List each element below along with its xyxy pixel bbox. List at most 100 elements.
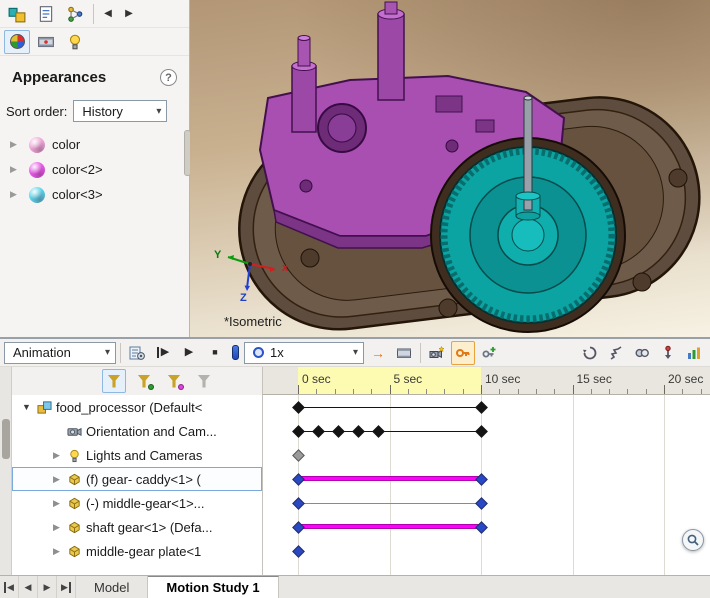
- appearances-pie-icon: [10, 34, 25, 49]
- keyframe-diamond[interactable]: [372, 425, 385, 438]
- motion-tree-item[interactable]: ▶ (-) middle-gear<1>...: [12, 491, 262, 515]
- filter-icon: [108, 375, 121, 388]
- timeline-tracks[interactable]: [262, 395, 710, 575]
- expand-icon[interactable]: ▶: [10, 189, 22, 200]
- keyframe-diamond[interactable]: [475, 473, 488, 486]
- keyframe-diamond[interactable]: [292, 449, 305, 462]
- motion-tree-item[interactable]: Orientation and Cam...: [12, 419, 262, 443]
- keyframe-diamond[interactable]: [292, 521, 305, 534]
- propertymanager-tab-icon[interactable]: [33, 2, 59, 26]
- view-decals-icon[interactable]: [33, 30, 59, 54]
- keyframe-diamond[interactable]: [475, 497, 488, 510]
- help-icon[interactable]: ?: [160, 69, 177, 86]
- scrollbar-thumb[interactable]: [2, 419, 10, 459]
- keyframe-diamond[interactable]: [352, 425, 365, 438]
- playback-mode-button[interactable]: →: [366, 341, 390, 365]
- save-animation-button[interactable]: [392, 341, 416, 365]
- collapse-icon[interactable]: ▼: [21, 402, 32, 412]
- play-from-start-button[interactable]: ▶: [151, 341, 175, 365]
- motion-tree-item[interactable]: ▶(f) gear- caddy<1> (: [12, 467, 262, 491]
- timeline-ruler[interactable]: 0 sec5 sec10 sec15 sec20 sec: [262, 367, 710, 395]
- timeline-zoom-button[interactable]: [682, 529, 704, 551]
- expand-icon[interactable]: ▶: [51, 450, 62, 461]
- panel-scroll-right-button[interactable]: ▶: [120, 3, 138, 25]
- keyframe-diamond[interactable]: [475, 521, 488, 534]
- keyframe-diamond[interactable]: [475, 425, 488, 438]
- view-scene-lights-icon[interactable]: [62, 30, 88, 54]
- autokey-button[interactable]: [451, 341, 475, 365]
- keyframe-diamond[interactable]: [292, 401, 305, 414]
- ruler-tick: [682, 389, 683, 394]
- expand-icon[interactable]: ▶: [10, 139, 22, 150]
- expand-icon[interactable]: ▶: [51, 522, 62, 533]
- motion-tree-item[interactable]: ▼food_processor (Default<: [12, 395, 262, 419]
- keyframe-diamond[interactable]: [332, 425, 345, 438]
- stop-icon: ■: [212, 348, 217, 357]
- orientation-triad: Y x Z: [214, 244, 304, 308]
- appearance-item[interactable]: ▶color<3>: [0, 182, 189, 207]
- keyframe-diamond[interactable]: [292, 545, 305, 558]
- gravity-button[interactable]: [656, 341, 680, 365]
- graphics-viewport[interactable]: Y x Z *Isometric: [190, 0, 710, 337]
- playback-speed-dropdown[interactable]: 1x ▾: [244, 342, 364, 364]
- timeline-change-bar[interactable]: [298, 476, 481, 481]
- screw-boss: [669, 169, 687, 187]
- animation-wizard-button[interactable]: [425, 341, 449, 365]
- expand-icon[interactable]: ▶: [51, 546, 62, 557]
- motor-button[interactable]: [578, 341, 602, 365]
- motion-tree-item-label: (-) middle-gear<1>...: [86, 496, 205, 511]
- timebar-pin-icon[interactable]: [232, 345, 239, 360]
- motion-tree-item[interactable]: ▶middle-gear plate<1: [12, 539, 262, 563]
- scroll-tabs-next-button[interactable]: ▶: [38, 576, 57, 598]
- ruler-tick: [664, 385, 665, 394]
- expand-icon[interactable]: ▶: [51, 498, 62, 509]
- sort-order-value: History: [82, 104, 122, 119]
- configurationmanager-tab-icon[interactable]: [62, 2, 88, 26]
- contact-button[interactable]: [630, 341, 654, 365]
- expand-icon[interactable]: ▶: [51, 474, 62, 485]
- timeline-change-bar[interactable]: [298, 524, 481, 529]
- filter-driving-button[interactable]: [162, 369, 186, 393]
- appearance-item[interactable]: ▶color: [0, 132, 189, 157]
- tab-motion-study-1[interactable]: Motion Study 1: [148, 576, 278, 598]
- filter-button[interactable]: [102, 369, 126, 393]
- featuremanager-tab-icon[interactable]: [4, 2, 30, 26]
- keyframe-diamond[interactable]: [292, 425, 305, 438]
- tree-scrollbar[interactable]: [0, 367, 12, 575]
- study-type-dropdown[interactable]: Animation ▾: [4, 342, 116, 364]
- tab-model[interactable]: Model: [76, 576, 148, 598]
- keyframe-diamond[interactable]: [292, 497, 305, 510]
- ruler-tick: [390, 385, 391, 394]
- appearance-item[interactable]: ▶ color<2>: [0, 157, 189, 182]
- left-post[interactable]: [292, 36, 316, 133]
- right-post[interactable]: [378, 2, 404, 100]
- solidworks-window: ◀ ▶ Appearances ? Sort order: History ▾: [0, 0, 710, 598]
- timeline-gridline: [573, 395, 574, 575]
- color-sphere-icon: [29, 137, 45, 153]
- appearance-item-label: color<2>: [52, 162, 103, 177]
- stop-button[interactable]: ■: [203, 341, 227, 365]
- filter-results-button[interactable]: [192, 369, 216, 393]
- view-appearances-icon[interactable]: [4, 30, 30, 54]
- simulation-elements-group: [578, 341, 706, 365]
- keyframe-diamond[interactable]: [475, 401, 488, 414]
- keyframe-diamond[interactable]: [292, 473, 305, 486]
- filter-animated-button[interactable]: [132, 369, 156, 393]
- calculate-button[interactable]: [125, 341, 149, 365]
- motion-tree-item[interactable]: ▶shaft gear<1> (Defa...: [12, 515, 262, 539]
- results-and-plots-button[interactable]: [682, 341, 706, 365]
- add-key-button[interactable]: [477, 341, 501, 365]
- scroll-tabs-first-button[interactable]: ◀: [0, 576, 19, 598]
- keyframe-diamond[interactable]: [312, 425, 325, 438]
- sort-order-dropdown[interactable]: History ▾: [73, 100, 167, 122]
- panel-scroll-left-button[interactable]: ◀: [99, 3, 117, 25]
- motion-tree-item[interactable]: ▶Lights and Cameras: [12, 443, 262, 467]
- scroll-tabs-last-button[interactable]: ▶: [57, 576, 76, 598]
- axis-y-label: Y: [214, 249, 221, 261]
- part-icon: [66, 519, 82, 535]
- expand-icon[interactable]: ▶: [10, 164, 22, 175]
- ruler-label: 0 sec: [302, 372, 331, 386]
- spring-button[interactable]: [604, 341, 628, 365]
- scroll-tabs-prev-button[interactable]: ◀: [19, 576, 38, 598]
- play-button[interactable]: ▶: [177, 341, 201, 365]
